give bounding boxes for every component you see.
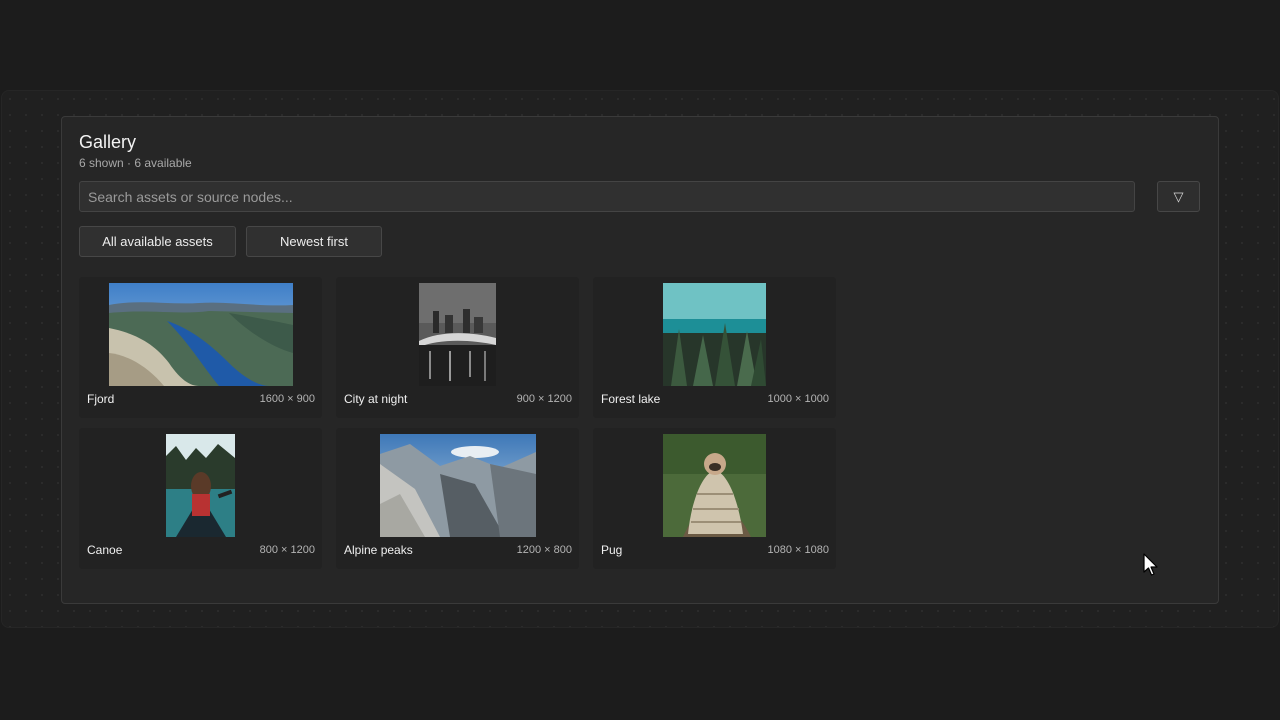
search-input[interactable] [79, 181, 1135, 212]
forest-lake-thumbnail [663, 283, 766, 386]
asset-name: Forest lake [601, 392, 661, 406]
filter-button[interactable]: ▽ [1157, 181, 1200, 212]
asset-name: Alpine peaks [344, 543, 413, 557]
canoe-thumbnail [166, 434, 235, 537]
asset-card-forest-lake[interactable]: Forest lake 1000 × 1000 [593, 277, 836, 418]
asset-dimensions: 1080 × 1080 [767, 544, 829, 556]
asset-name: Pug [601, 543, 623, 557]
sort-dropdown[interactable]: Newest first [246, 226, 382, 257]
filter-icon: ▽ [1173, 188, 1184, 204]
asset-dimensions: 900 × 1200 [516, 393, 572, 405]
scope-dropdown[interactable]: All available assets [79, 226, 236, 257]
asset-name: Fjord [87, 392, 115, 406]
gallery-panel: Gallery 6 shown · 6 available ▽ All avai… [61, 116, 1219, 604]
fjord-thumbnail [108, 283, 293, 386]
asset-card-city-at-night[interactable]: City at night 900 × 1200 [336, 277, 579, 418]
asset-card-canoe[interactable]: Canoe 800 × 1200 [79, 428, 322, 569]
city-at-night-thumbnail [419, 283, 496, 386]
alpine-peaks-thumbnail [379, 434, 536, 537]
asset-card-fjord[interactable]: Fjord 1600 × 900 [79, 277, 322, 418]
asset-name: City at night [344, 392, 408, 406]
asset-name: Canoe [87, 543, 123, 557]
asset-dimensions: 1200 × 800 [516, 544, 572, 556]
gallery-title: Gallery [79, 132, 137, 152]
gallery-count: 6 shown · 6 available [79, 156, 192, 170]
mouse-cursor-icon [1143, 553, 1158, 576]
asset-dimensions: 800 × 1200 [259, 544, 315, 556]
asset-dimensions: 1600 × 900 [259, 393, 315, 405]
asset-card-alpine-peaks[interactable]: Alpine peaks 1200 × 800 [336, 428, 579, 569]
pug-thumbnail [663, 434, 766, 537]
asset-card-pug[interactable]: Pug 1080 × 1080 [593, 428, 836, 569]
asset-dimensions: 1000 × 1000 [767, 393, 829, 405]
